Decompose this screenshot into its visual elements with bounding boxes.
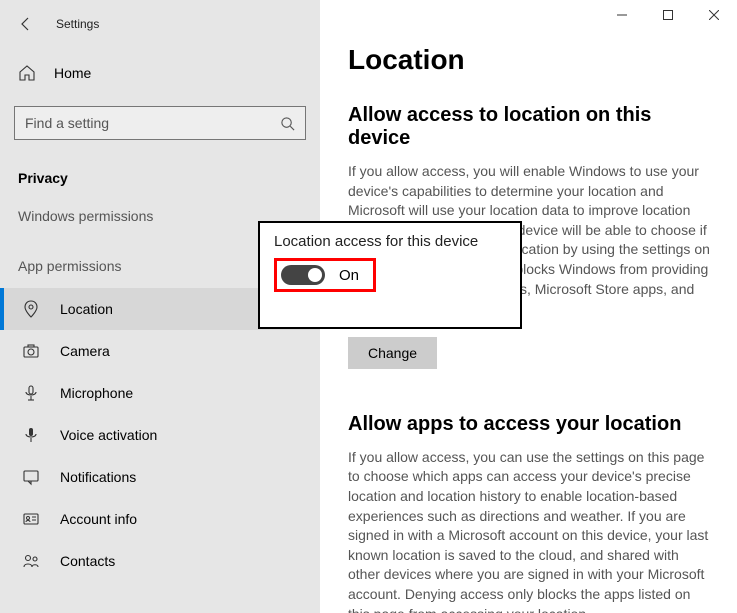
sidebar-item-label: Voice activation: [60, 427, 157, 443]
window-controls: [599, 0, 737, 30]
camera-icon: [22, 342, 40, 360]
sidebar-item-label: Location: [60, 301, 113, 317]
microphone-icon: [22, 384, 40, 402]
sidebar-item-label: Notifications: [60, 469, 136, 485]
search-input[interactable]: [25, 115, 280, 131]
sidebar-item-home[interactable]: Home: [14, 58, 306, 88]
titlebar: Settings: [0, 8, 320, 40]
toggle-knob-icon: [308, 268, 322, 282]
sidebar-item-label: Microphone: [60, 385, 133, 401]
voice-activation-icon: [22, 426, 40, 444]
search-box[interactable]: [14, 106, 306, 140]
close-button[interactable]: [691, 0, 737, 30]
app-title: Settings: [56, 17, 99, 31]
section-body-app-access: If you allow access, you can use the set…: [348, 448, 713, 613]
sidebar-item-voice-activation[interactable]: Voice activation: [0, 414, 320, 456]
contacts-icon: [22, 552, 40, 570]
sidebar-item-camera[interactable]: Camera: [0, 330, 320, 372]
sidebar-item-notifications[interactable]: Notifications: [0, 456, 320, 498]
sidebar-item-label: Account info: [60, 511, 137, 527]
minimize-button[interactable]: [599, 0, 645, 30]
sidebar-heading-privacy[interactable]: Privacy: [14, 166, 306, 190]
location-icon: [22, 300, 40, 318]
location-access-toggle[interactable]: [281, 265, 325, 285]
sidebar-item-microphone[interactable]: Microphone: [0, 372, 320, 414]
toggle-state-label: On: [339, 267, 359, 284]
sidebar-item-contacts[interactable]: Contacts: [0, 540, 320, 582]
notifications-icon: [22, 468, 40, 486]
flyout-title: Location access for this device: [274, 233, 506, 250]
account-info-icon: [22, 510, 40, 528]
section-title-app-access: Allow apps to access your location: [348, 413, 713, 436]
back-icon[interactable]: [18, 16, 34, 32]
nav-list: Location Camera Microphone: [0, 288, 320, 582]
toggle-highlight: On: [274, 258, 376, 292]
sidebar-item-account-info[interactable]: Account info: [0, 498, 320, 540]
sidebar-item-label: Contacts: [60, 553, 115, 569]
home-label: Home: [54, 65, 91, 81]
maximize-button[interactable]: [645, 0, 691, 30]
change-button[interactable]: Change: [348, 337, 437, 369]
home-icon: [18, 64, 36, 82]
sidebar-item-label: Camera: [60, 343, 110, 359]
search-icon: [280, 116, 295, 131]
location-access-flyout: Location access for this device On: [258, 221, 522, 329]
page-title: Location: [348, 44, 713, 76]
section-title-device-access: Allow access to location on this device: [348, 104, 713, 150]
